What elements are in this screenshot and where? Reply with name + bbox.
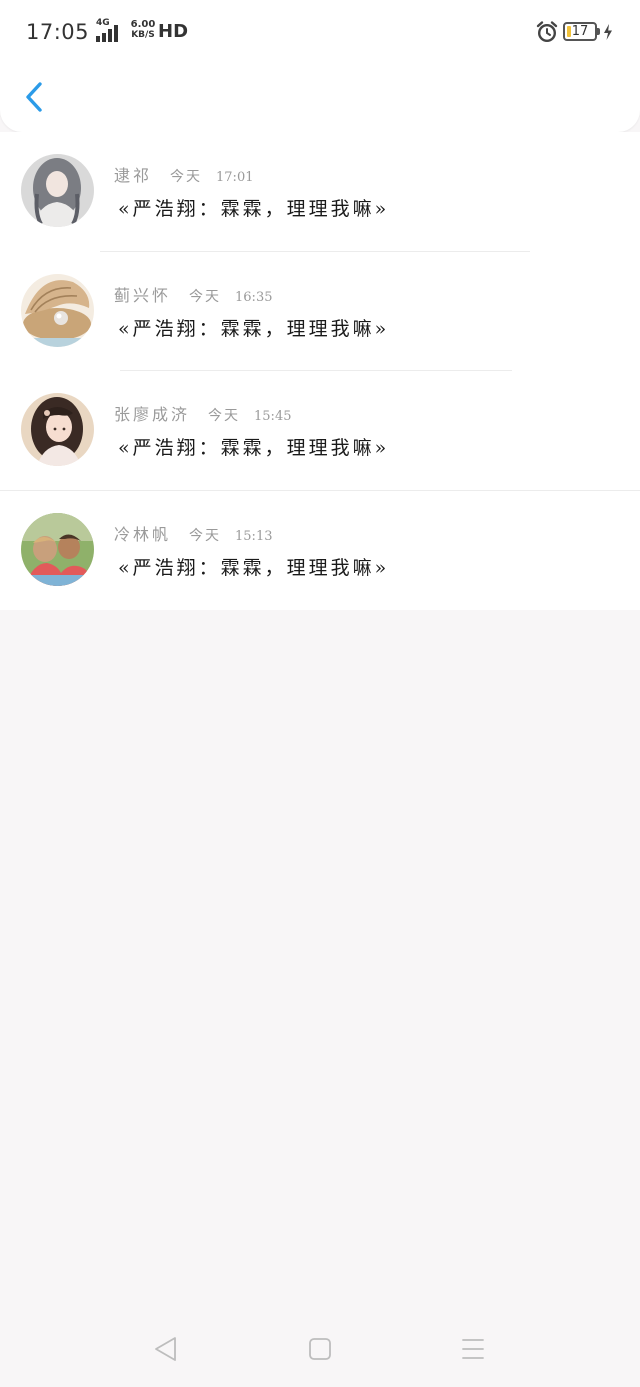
sender-meta: 张廖成济 今天 15:45 <box>114 401 291 425</box>
avatar <box>21 512 94 586</box>
network-speed-value: 6.00 <box>130 19 156 30</box>
square-home-icon[interactable] <box>305 1334 335 1364</box>
sender-name: 张廖成济 <box>114 405 191 424</box>
cellular-signal-icon: 4G <box>88 18 124 42</box>
battery-level-text: 17 <box>571 24 589 39</box>
message-preview: «严浩翔：霖霖，理理我嘛» <box>118 437 390 459</box>
sender-name: 蓟兴怀 <box>114 285 172 305</box>
back-button[interactable] <box>18 78 54 116</box>
message-date: 今天 <box>189 288 222 305</box>
message-item[interactable]: 逮祁 今天 17:01 «严浩翔：霖霖，理理我嘛» <box>0 132 640 252</box>
message-time: 15:13 <box>235 528 273 544</box>
message-preview: «严浩翔：霖霖，理理我嘛» <box>118 556 390 579</box>
battery-tip <box>597 28 600 35</box>
message-date: 今天 <box>170 169 203 185</box>
message-preview: «严浩翔：霖霖，理理我嘛» <box>118 317 390 340</box>
sender-meta: 冷林帆 今天 15:13 <box>114 521 272 545</box>
message-time: 15:45 <box>254 409 292 424</box>
three-lines-menu-icon[interactable] <box>458 1334 488 1364</box>
lightning-bolt-icon <box>604 24 612 40</box>
system-navigation-bar <box>0 1310 640 1387</box>
message-item[interactable]: 蓟兴怀 今天 16:35 «严浩翔：霖霖，理理我嘛» <box>0 252 640 371</box>
status-time: 17:05 <box>26 20 90 44</box>
sender-name: 冷林帆 <box>114 524 172 544</box>
triangle-back-icon[interactable] <box>151 1334 181 1364</box>
avatar <box>21 154 94 227</box>
status-bar: 17:05 4G 6.00 KB/S HD 17 <box>0 0 640 64</box>
message-date: 今天 <box>189 527 222 544</box>
network-type-label: 4G <box>96 18 110 28</box>
message-date: 今天 <box>208 408 241 424</box>
sender-name: 逮祁 <box>114 166 153 185</box>
alarm-clock-icon <box>536 21 558 42</box>
message-time: 17:01 <box>216 170 254 185</box>
avatar <box>21 273 94 347</box>
hd-label: HD <box>158 21 189 42</box>
message-item[interactable]: 张廖成济 今天 15:45 «严浩翔：霖霖，理理我嘛» <box>0 371 640 491</box>
chevron-left-icon <box>26 82 42 112</box>
network-speed-unit: KB/S <box>131 30 155 40</box>
message-list: 逮祁 今天 17:01 «严浩翔：霖霖，理理我嘛» 蓟兴怀 今天 16:35 «严浩翔：… <box>0 132 640 610</box>
battery-indicator: 17 <box>563 22 597 41</box>
message-time: 16:35 <box>235 289 273 305</box>
message-preview: «严浩翔：霖霖，理理我嘛» <box>118 198 390 220</box>
sender-meta: 逮祁 今天 17:01 <box>114 162 253 186</box>
message-item[interactable]: 冷林帆 今天 15:13 «严浩翔：霖霖，理理我嘛» <box>0 491 640 611</box>
top-header-area: 17:05 4G 6.00 KB/S HD 17 <box>0 0 640 132</box>
avatar <box>21 393 94 466</box>
network-speed: 6.00 KB/S <box>129 19 157 41</box>
sender-meta: 蓟兴怀 今天 16:35 <box>114 282 272 306</box>
